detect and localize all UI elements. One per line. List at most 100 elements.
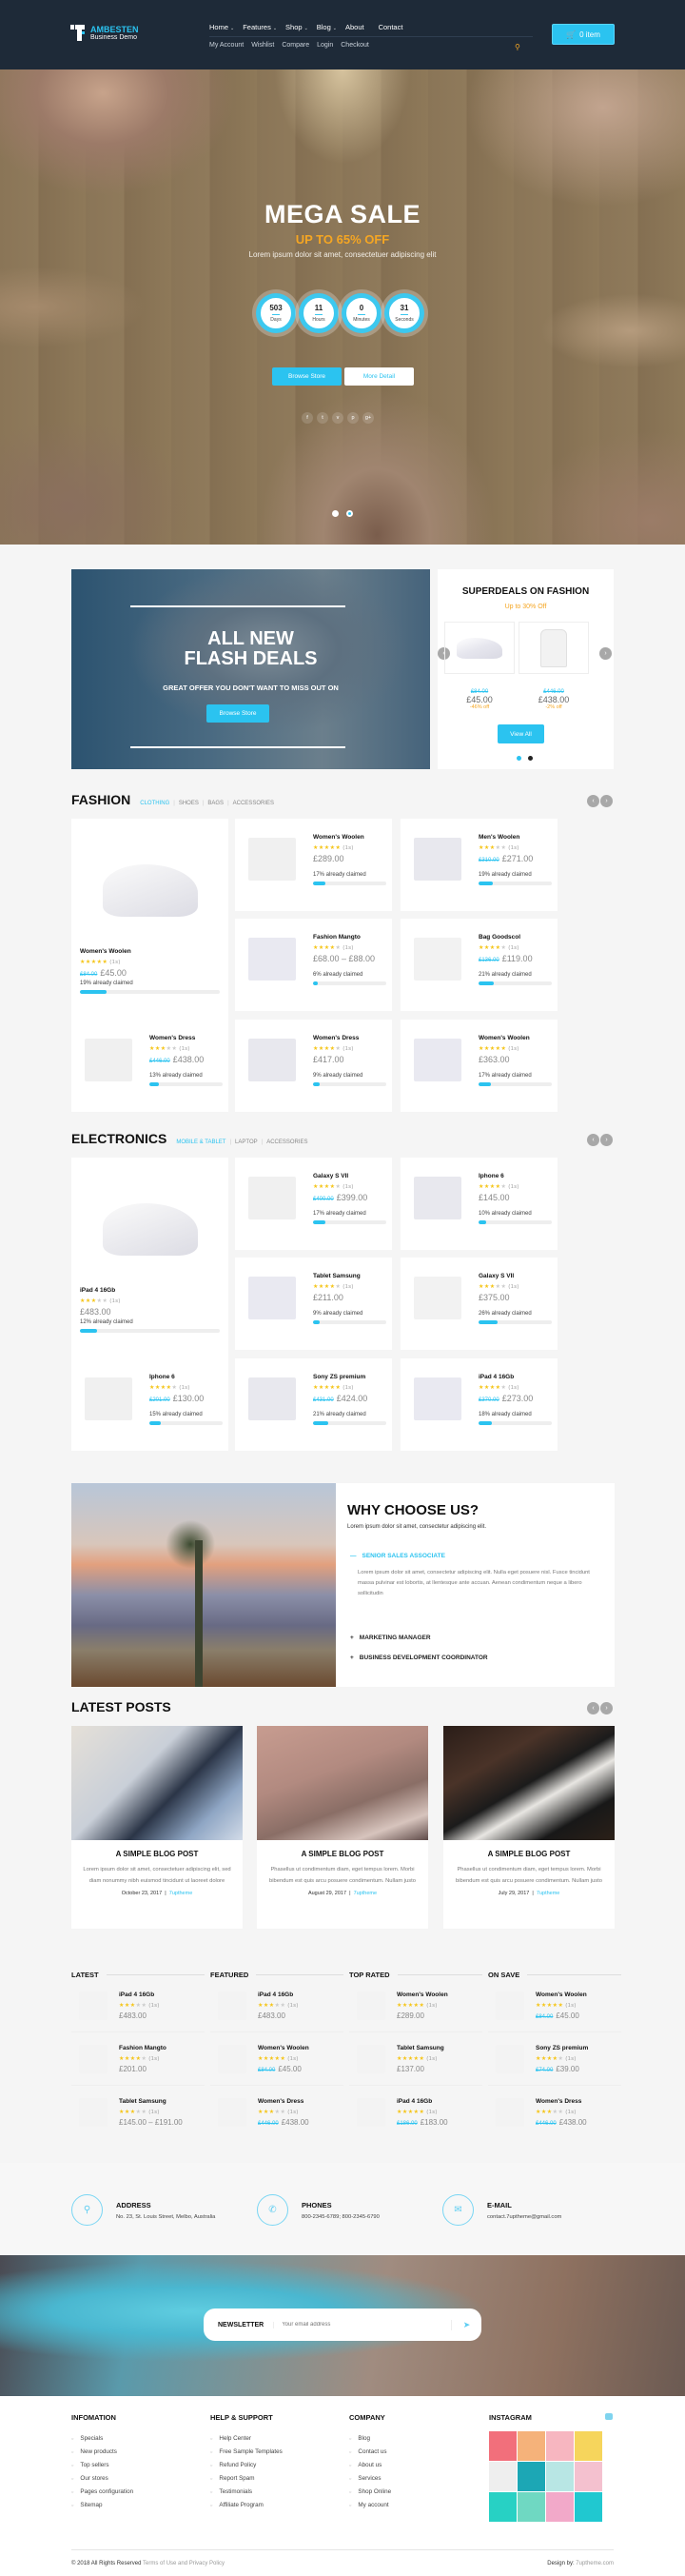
product-name[interactable]: Women's Woolen (479, 1035, 552, 1041)
product-name[interactable]: iPad 4 16Gb (479, 1374, 552, 1380)
vimeo-icon[interactable]: v (332, 412, 343, 424)
footer-link[interactable]: ○ My account (349, 2498, 391, 2511)
post-title[interactable]: A SIMPLE BLOG POST (257, 1850, 428, 1858)
product-name[interactable]: Women's Dress (536, 2098, 587, 2105)
nav-my-account[interactable]: My Account (209, 42, 244, 49)
chevron-right-icon[interactable]: › (600, 1134, 613, 1146)
chevron-left-icon[interactable]: ‹ (587, 795, 599, 807)
list-item[interactable]: Tablet Samsung ★★★★★ (1s) £145.00 – £191.… (71, 2086, 205, 2139)
footer-link[interactable]: ○ New products (71, 2445, 133, 2458)
list-item[interactable]: Sony ZS premium ★★★★★ (1s) £74.00 £39.00 (488, 2032, 621, 2086)
post-title[interactable]: A SIMPLE BLOG POST (71, 1850, 243, 1858)
instagram-photo[interactable] (546, 2431, 574, 2461)
instagram-photo[interactable] (489, 2462, 517, 2491)
terms-link[interactable]: Terms of Use and Privacy Policy (143, 2561, 225, 2566)
list-item[interactable]: Women's Woolen ★★★★★ (1s) £84.00 £45.00 (488, 1979, 621, 2032)
footer-link[interactable]: ○ Contact us (349, 2445, 391, 2458)
facebook-icon[interactable]: f (302, 412, 313, 424)
footer-link[interactable]: ○ Top sellers (71, 2458, 133, 2471)
product-name[interactable]: Galaxy S VII (313, 1173, 386, 1179)
product-name[interactable]: Galaxy S VII (479, 1273, 552, 1279)
post-title[interactable]: A SIMPLE BLOG POST (443, 1850, 615, 1858)
product-card[interactable]: Fashion Mangto ★★★★★ (1s) £68.00 – £88.00… (235, 919, 392, 1011)
product-card[interactable]: Tablet Samsung ★★★★★ (1s) £211.00 9% alre… (235, 1258, 392, 1350)
slider-dot-2[interactable] (346, 510, 353, 517)
instagram-photo[interactable] (489, 2492, 517, 2522)
post-author[interactable]: 7uptheme (354, 1891, 377, 1896)
footer-link[interactable]: ○ Help Center (210, 2431, 283, 2445)
list-item[interactable]: iPad 4 16Gb ★★★★★ (1s) £483.00 (210, 1979, 343, 2032)
product-name[interactable]: Women's Woolen (536, 1991, 587, 1998)
logo[interactable]: AMBESTEN Business Demo (70, 25, 139, 41)
tab-bags[interactable]: BAGS (207, 801, 224, 806)
product-card[interactable]: Galaxy S VII ★★★★★ (1s) £375.00 26% alrea… (401, 1258, 558, 1350)
product-name[interactable]: Tablet Samsung (313, 1273, 386, 1279)
superdeal-item[interactable] (519, 622, 589, 674)
chevron-right-icon[interactable]: › (600, 1702, 613, 1714)
page-dot-1[interactable] (517, 756, 521, 761)
list-item[interactable]: Women's Woolen ★★★★★ (1s) £289.00 (349, 1979, 482, 2032)
product-name[interactable]: Bag Goodscol (479, 934, 552, 941)
product-name[interactable]: Men's Woolen (479, 834, 552, 841)
product-card[interactable]: Women's Woolen ★★★★★ (1s) £289.00 17% alr… (235, 819, 392, 911)
instagram-photo[interactable] (546, 2462, 574, 2491)
footer-link[interactable]: ○ Our stores (71, 2471, 133, 2485)
product-name[interactable]: iPad 4 16Gb (80, 1287, 220, 1294)
nav-login[interactable]: Login (317, 42, 333, 49)
product-card[interactable]: Men's Woolen ★★★★★ (1s) £310.00 £271.00 19… (401, 819, 558, 911)
footer-link[interactable]: ○ Sitemap (71, 2498, 133, 2511)
list-item[interactable]: Women's Dress ★★★★★ (1s) £446.00 £438.00 (210, 2086, 343, 2139)
newsletter-email-input[interactable] (274, 2315, 451, 2334)
product-card[interactable]: Bag Goodscol ★★★★★ (1s) £136.00 £119.00 21… (401, 919, 558, 1011)
list-item[interactable]: Fashion Mangto ★★★★★ (1s) £201.00 (71, 2032, 205, 2086)
product-name[interactable]: Women's Woolen (258, 2045, 309, 2051)
cart-button[interactable]: 🛒 0 item (552, 24, 615, 45)
nav-checkout[interactable]: Checkout (341, 42, 369, 49)
page-dot-2[interactable] (528, 756, 533, 761)
blog-post-card[interactable]: A SIMPLE BLOG POST Phasellus ut condimen… (257, 1726, 428, 1929)
product-name[interactable]: Fashion Mangto (313, 934, 386, 941)
nav-blog[interactable]: Blog ⌄ (317, 23, 337, 31)
product-name[interactable]: Women's Woolen (80, 948, 220, 955)
footer-link[interactable]: ○ About us (349, 2458, 391, 2471)
accordion-header[interactable]: — SENIOR SALES ASSOCIATE (350, 1553, 605, 1559)
tab-accessories[interactable]: ACCESSORIES (266, 1139, 307, 1145)
browse-store-button[interactable]: Browse Store (272, 367, 342, 386)
product-name[interactable]: Women's Dress (313, 1035, 386, 1041)
list-item[interactable]: Women's Woolen ★★★★★ (1s) £84.00 £45.00 (210, 2032, 343, 2086)
list-item[interactable]: Tablet Samsung ★★★★★ (1s) £137.00 (349, 2032, 482, 2086)
instagram-photo[interactable] (546, 2492, 574, 2522)
instagram-photo[interactable] (575, 2431, 602, 2461)
nav-features[interactable]: Features ⌄ (243, 23, 277, 31)
nav-about[interactable]: About (345, 23, 364, 31)
instagram-photo[interactable] (575, 2492, 602, 2522)
tab-mobile-tablet[interactable]: MOBILE & TABLET (176, 1139, 225, 1145)
slider-dot-1[interactable] (332, 510, 339, 517)
product-name[interactable]: Tablet Samsung (119, 2098, 183, 2105)
product-name[interactable]: Iphone 6 (479, 1173, 552, 1179)
flash-browse-button[interactable]: Browse Store (206, 704, 269, 723)
product-card[interactable]: Sony ZS premium ★★★★★ (1s) £431.00 £424.00… (235, 1358, 392, 1451)
blog-post-card[interactable]: A SIMPLE BLOG POST Lorem ipsum dolor sit… (71, 1726, 243, 1929)
send-icon[interactable]: ➤ (451, 2319, 481, 2330)
product-name[interactable]: Sony ZS premium (536, 2045, 588, 2051)
tab-accessories[interactable]: ACCESSORIES (233, 801, 274, 806)
instagram-photo[interactable] (575, 2462, 602, 2491)
instagram-photo[interactable] (489, 2431, 517, 2461)
google-plus-icon[interactable]: g+ (362, 412, 374, 424)
footer-link[interactable]: ○ Blog (349, 2431, 391, 2445)
product-name[interactable]: Sony ZS premium (313, 1374, 386, 1380)
product-name[interactable]: Women's Woolen (313, 834, 386, 841)
list-item[interactable]: iPad 4 16Gb ★★★★★ (1s) £483.00 (71, 1979, 205, 2032)
product-card[interactable]: Iphone 6 ★★★★★ (1s) £201.00 £130.00 15% al… (71, 1358, 228, 1451)
product-name[interactable]: iPad 4 16Gb (258, 1991, 299, 1998)
instagram-photo[interactable] (518, 2431, 545, 2461)
product-name[interactable]: Fashion Mangto (119, 2045, 166, 2051)
post-author[interactable]: 7uptheme (169, 1891, 192, 1896)
product-name[interactable]: Iphone 6 (149, 1374, 223, 1380)
chevron-left-icon[interactable]: ‹ (587, 1134, 599, 1146)
nav-compare[interactable]: Compare (282, 42, 309, 49)
product-card[interactable]: iPad 4 16Gb ★★★★★ (1s) £370.00 £273.00 18%… (401, 1358, 558, 1451)
accordion-header[interactable]: + MARKETING MANAGER (350, 1635, 605, 1641)
footer-link[interactable]: ○ Refund Policy (210, 2458, 283, 2471)
